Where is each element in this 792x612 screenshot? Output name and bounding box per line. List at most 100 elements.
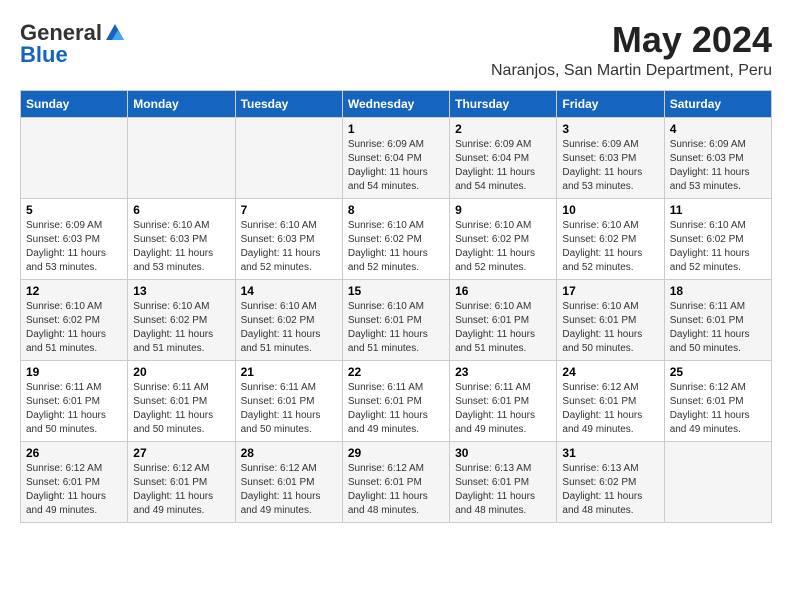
cell-date-number: 11 [670, 203, 766, 217]
cell-sun-info: Sunrise: 6:09 AMSunset: 6:04 PMDaylight:… [455, 138, 551, 194]
cell-date-number: 29 [348, 446, 444, 460]
month-year-title: May 2024 [491, 20, 772, 60]
calendar-cell: 9 Sunrise: 6:10 AMSunset: 6:02 PMDaylight… [450, 198, 557, 279]
cell-date-number: 31 [562, 446, 658, 460]
day-header-tuesday: Tuesday [235, 90, 342, 117]
page-header: General Blue May 2024 Naranjos, San Mart… [20, 20, 772, 80]
cell-sun-info: Sunrise: 6:12 AMSunset: 6:01 PMDaylight:… [26, 462, 122, 518]
cell-date-number: 28 [241, 446, 337, 460]
cell-date-number: 5 [26, 203, 122, 217]
cell-sun-info: Sunrise: 6:10 AMSunset: 6:02 PMDaylight:… [455, 219, 551, 275]
cell-sun-info: Sunrise: 6:10 AMSunset: 6:01 PMDaylight:… [348, 300, 444, 356]
logo: General Blue [20, 20, 126, 68]
cell-date-number: 21 [241, 365, 337, 379]
location-subtitle: Naranjos, San Martin Department, Peru [491, 62, 772, 80]
cell-sun-info: Sunrise: 6:10 AMSunset: 6:02 PMDaylight:… [133, 300, 229, 356]
calendar-cell: 15 Sunrise: 6:10 AMSunset: 6:01 PMDayligh… [342, 279, 449, 360]
cell-sun-info: Sunrise: 6:11 AMSunset: 6:01 PMDaylight:… [26, 381, 122, 437]
day-header-friday: Friday [557, 90, 664, 117]
calendar-cell: 8Sunrise: 6:10 AMSunset: 6:02 PMDaylight… [342, 198, 449, 279]
calendar-cell: 13 Sunrise: 6:10 AMSunset: 6:02 PMDayligh… [128, 279, 235, 360]
cell-sun-info: Sunrise: 6:12 AMSunset: 6:01 PMDaylight:… [348, 462, 444, 518]
cell-sun-info: Sunrise: 6:10 AMSunset: 6:03 PMDaylight:… [133, 219, 229, 275]
calendar-table: SundayMondayTuesdayWednesdayThursdayFrid… [20, 90, 772, 523]
cell-sun-info: Sunrise: 6:11 AMSunset: 6:01 PMDaylight:… [241, 381, 337, 437]
cell-date-number: 7 [241, 203, 337, 217]
calendar-cell: 18Sunrise: 6:11 AMSunset: 6:01 PMDayligh… [664, 279, 771, 360]
cell-sun-info: Sunrise: 6:10 AMSunset: 6:02 PMDaylight:… [26, 300, 122, 356]
cell-date-number: 24 [562, 365, 658, 379]
cell-sun-info: Sunrise: 6:09 AMSunset: 6:04 PMDaylight:… [348, 138, 444, 194]
cell-date-number: 12 [26, 284, 122, 298]
calendar-week-row: 1 Sunrise: 6:09 AMSunset: 6:04 PMDaylight… [21, 117, 772, 198]
day-header-wednesday: Wednesday [342, 90, 449, 117]
cell-sun-info: Sunrise: 6:09 AMSunset: 6:03 PMDaylight:… [670, 138, 766, 194]
cell-sun-info: Sunrise: 6:11 AMSunset: 6:01 PMDaylight:… [670, 300, 766, 356]
cell-date-number: 22 [348, 365, 444, 379]
cell-date-number: 19 [26, 365, 122, 379]
cell-sun-info: Sunrise: 6:13 AMSunset: 6:02 PMDaylight:… [562, 462, 658, 518]
calendar-cell: 30Sunrise: 6:13 AMSunset: 6:01 PMDayligh… [450, 441, 557, 522]
calendar-cell: 4 Sunrise: 6:09 AMSunset: 6:03 PMDaylight… [664, 117, 771, 198]
cell-date-number: 14 [241, 284, 337, 298]
calendar-cell: 29 Sunrise: 6:12 AMSunset: 6:01 PMDayligh… [342, 441, 449, 522]
cell-sun-info: Sunrise: 6:10 AMSunset: 6:02 PMDaylight:… [562, 219, 658, 275]
calendar-cell: 19 Sunrise: 6:11 AMSunset: 6:01 PMDayligh… [21, 360, 128, 441]
cell-date-number: 4 [670, 122, 766, 136]
calendar-cell: 26 Sunrise: 6:12 AMSunset: 6:01 PMDayligh… [21, 441, 128, 522]
calendar-cell: 12 Sunrise: 6:10 AMSunset: 6:02 PMDayligh… [21, 279, 128, 360]
calendar-cell [128, 117, 235, 198]
calendar-week-row: 19 Sunrise: 6:11 AMSunset: 6:01 PMDayligh… [21, 360, 772, 441]
calendar-cell [664, 441, 771, 522]
calendar-cell: 28Sunrise: 6:12 AMSunset: 6:01 PMDayligh… [235, 441, 342, 522]
cell-date-number: 6 [133, 203, 229, 217]
cell-date-number: 10 [562, 203, 658, 217]
cell-sun-info: Sunrise: 6:10 AMSunset: 6:01 PMDaylight:… [455, 300, 551, 356]
calendar-week-row: 26 Sunrise: 6:12 AMSunset: 6:01 PMDayligh… [21, 441, 772, 522]
calendar-cell: 11 Sunrise: 6:10 AMSunset: 6:02 PMDayligh… [664, 198, 771, 279]
cell-date-number: 20 [133, 365, 229, 379]
cell-sun-info: Sunrise: 6:12 AMSunset: 6:01 PMDaylight:… [562, 381, 658, 437]
cell-date-number: 2 [455, 122, 551, 136]
calendar-week-row: 5 Sunrise: 6:09 AMSunset: 6:03 PMDaylight… [21, 198, 772, 279]
calendar-header-row: SundayMondayTuesdayWednesdayThursdayFrid… [21, 90, 772, 117]
cell-date-number: 15 [348, 284, 444, 298]
day-header-sunday: Sunday [21, 90, 128, 117]
title-block: May 2024 Naranjos, San Martin Department… [491, 20, 772, 80]
cell-date-number: 23 [455, 365, 551, 379]
calendar-cell: 24 Sunrise: 6:12 AMSunset: 6:01 PMDayligh… [557, 360, 664, 441]
day-header-saturday: Saturday [664, 90, 771, 117]
calendar-cell: 31 Sunrise: 6:13 AMSunset: 6:02 PMDayligh… [557, 441, 664, 522]
cell-date-number: 25 [670, 365, 766, 379]
day-header-thursday: Thursday [450, 90, 557, 117]
cell-date-number: 13 [133, 284, 229, 298]
calendar-cell: 10 Sunrise: 6:10 AMSunset: 6:02 PMDayligh… [557, 198, 664, 279]
cell-sun-info: Sunrise: 6:10 AMSunset: 6:02 PMDaylight:… [670, 219, 766, 275]
calendar-cell: 25 Sunrise: 6:12 AMSunset: 6:01 PMDayligh… [664, 360, 771, 441]
cell-date-number: 17 [562, 284, 658, 298]
cell-sun-info: Sunrise: 6:12 AMSunset: 6:01 PMDaylight:… [670, 381, 766, 437]
cell-sun-info: Sunrise: 6:09 AMSunset: 6:03 PMDaylight:… [26, 219, 122, 275]
calendar-cell: 20 Sunrise: 6:11 AMSunset: 6:01 PMDayligh… [128, 360, 235, 441]
calendar-cell: 7Sunrise: 6:10 AMSunset: 6:03 PMDaylight… [235, 198, 342, 279]
calendar-cell [235, 117, 342, 198]
cell-sun-info: Sunrise: 6:11 AMSunset: 6:01 PMDaylight:… [133, 381, 229, 437]
cell-date-number: 9 [455, 203, 551, 217]
calendar-cell: 5 Sunrise: 6:09 AMSunset: 6:03 PMDaylight… [21, 198, 128, 279]
calendar-cell: 27Sunrise: 6:12 AMSunset: 6:01 PMDayligh… [128, 441, 235, 522]
cell-sun-info: Sunrise: 6:13 AMSunset: 6:01 PMDaylight:… [455, 462, 551, 518]
cell-date-number: 8 [348, 203, 444, 217]
cell-date-number: 26 [26, 446, 122, 460]
cell-date-number: 1 [348, 122, 444, 136]
logo-icon [104, 22, 126, 44]
logo-blue-text: Blue [20, 42, 68, 68]
cell-sun-info: Sunrise: 6:11 AMSunset: 6:01 PMDaylight:… [455, 381, 551, 437]
calendar-cell: 22Sunrise: 6:11 AMSunset: 6:01 PMDayligh… [342, 360, 449, 441]
calendar-cell: 16Sunrise: 6:10 AMSunset: 6:01 PMDayligh… [450, 279, 557, 360]
cell-date-number: 3 [562, 122, 658, 136]
calendar-week-row: 12 Sunrise: 6:10 AMSunset: 6:02 PMDayligh… [21, 279, 772, 360]
day-header-monday: Monday [128, 90, 235, 117]
calendar-cell: 2 Sunrise: 6:09 AMSunset: 6:04 PMDaylight… [450, 117, 557, 198]
calendar-cell: 17Sunrise: 6:10 AMSunset: 6:01 PMDayligh… [557, 279, 664, 360]
calendar-cell [21, 117, 128, 198]
